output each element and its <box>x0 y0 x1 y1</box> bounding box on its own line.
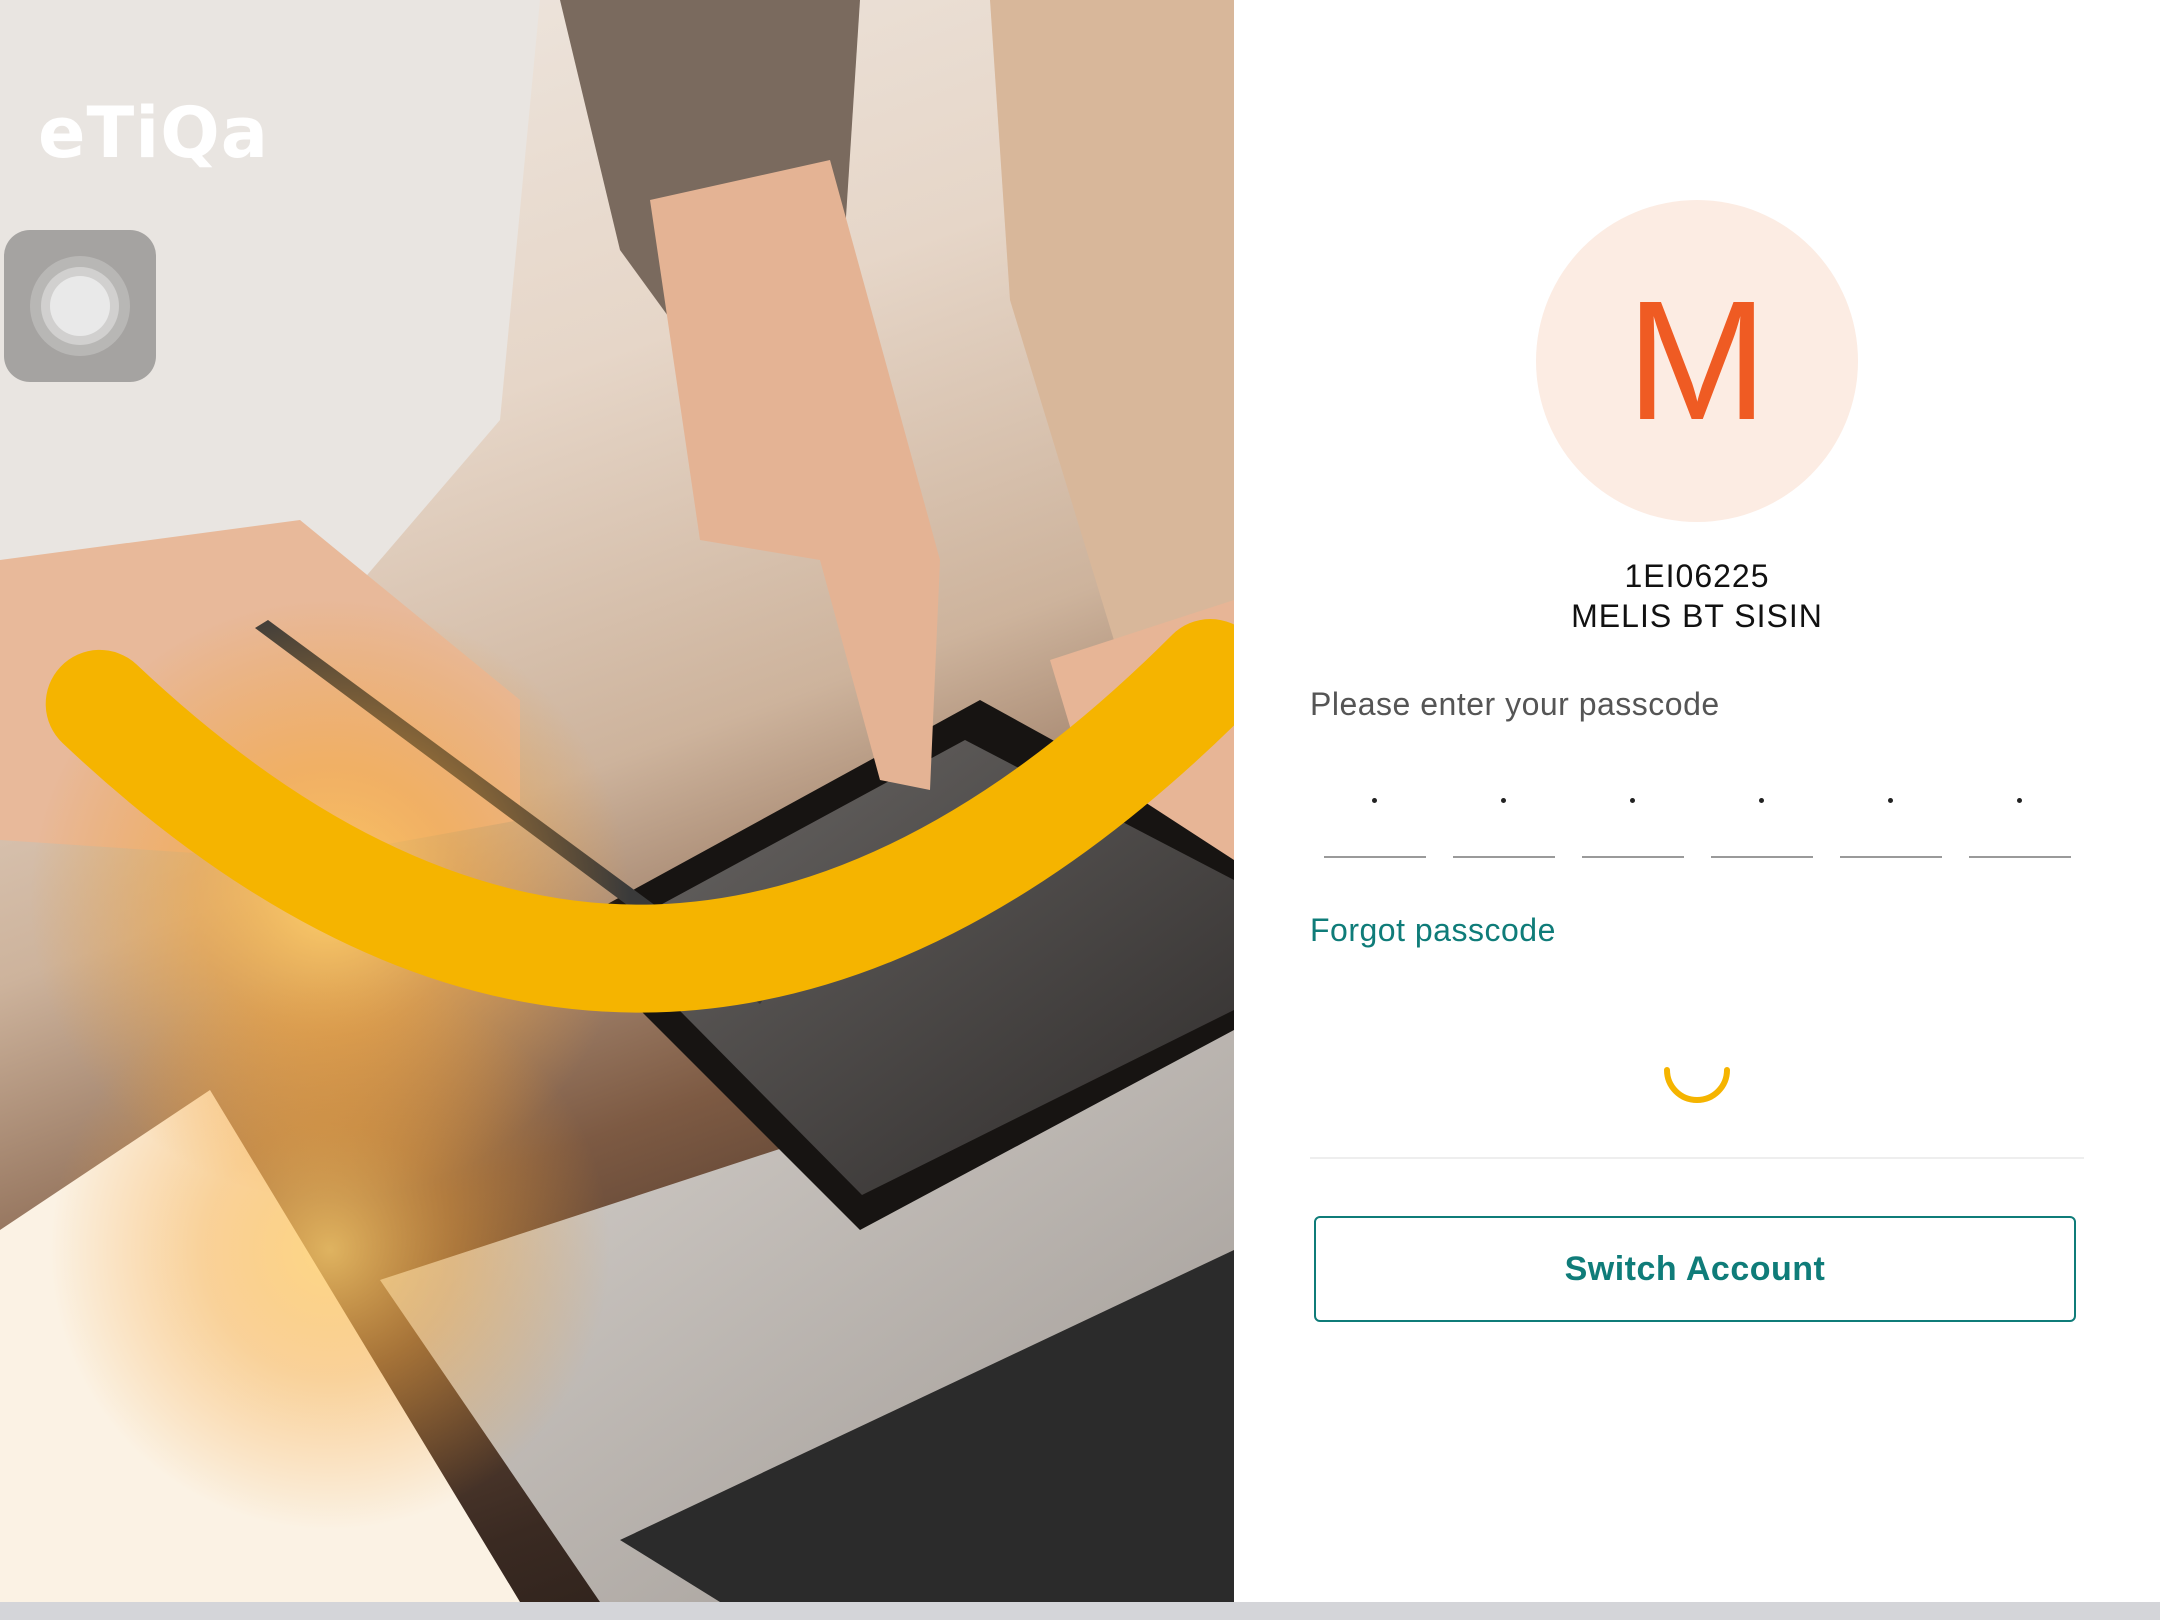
passcode-prompt: Please enter your passcode <box>1310 686 1720 722</box>
loading-spinner-icon <box>1664 1067 1730 1103</box>
logo-smile-icon <box>45 619 1234 1013</box>
hero-photo: eTiQa <box>0 0 1234 1602</box>
account-id: 1EI06225 <box>1624 558 1770 594</box>
etiqa-logo: eTiQa <box>38 88 1234 1013</box>
switch-account-button[interactable]: Switch Account <box>1314 1216 2076 1322</box>
forgot-passcode-link[interactable]: Forgot passcode <box>1310 912 1556 949</box>
passcode-input[interactable] <box>1324 770 2104 860</box>
passcode-digit-6[interactable] <box>1969 770 2071 858</box>
passcode-dot <box>1501 798 1506 803</box>
passcode-digit-2[interactable] <box>1453 770 1555 858</box>
login-panel: M 1EI06225 MELIS BT SISIN Please enter y… <box>1234 0 2160 1602</box>
avatar: M <box>1536 200 1858 522</box>
passcode-dot <box>1888 798 1893 803</box>
passcode-dot <box>2017 798 2022 803</box>
assistive-touch-icon[interactable] <box>4 230 156 382</box>
avatar-letter: M <box>1626 266 1768 456</box>
passcode-dot <box>1372 798 1377 803</box>
home-indicator[interactable] <box>0 1602 2160 1620</box>
account-name: MELIS BT SISIN <box>1571 598 1823 634</box>
passcode-dot <box>1630 798 1635 803</box>
divider <box>1310 1157 2084 1159</box>
passcode-digit-3[interactable] <box>1582 770 1684 858</box>
passcode-digit-1[interactable] <box>1324 770 1426 858</box>
login-screen: eTiQa M 1EI06225 MELIS BT SISIN Please e… <box>0 0 2160 1620</box>
passcode-dot <box>1759 798 1764 803</box>
passcode-digit-5[interactable] <box>1840 770 1942 858</box>
passcode-digit-4[interactable] <box>1711 770 1813 858</box>
